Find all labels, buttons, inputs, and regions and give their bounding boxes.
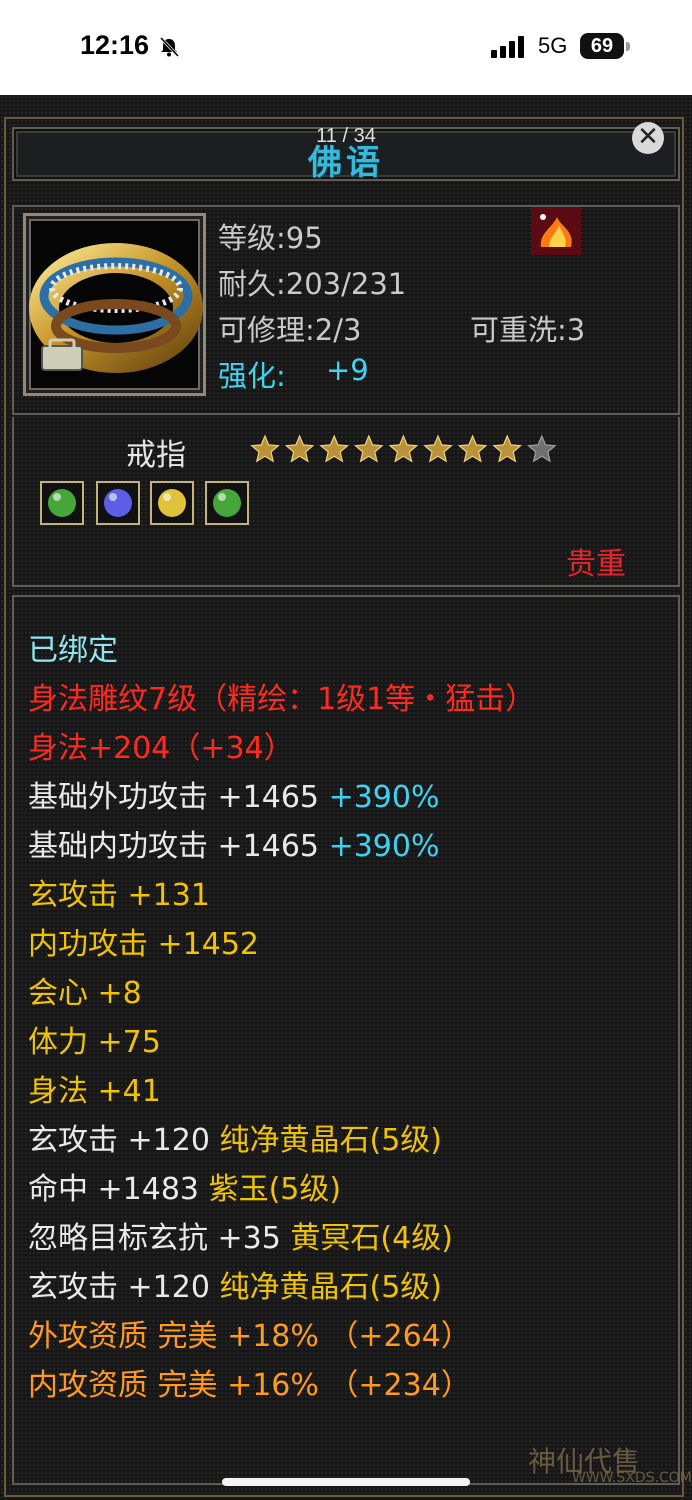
bound-status: 已绑定 (28, 633, 118, 668)
ext-attack-pct: +390% (328, 780, 440, 815)
gem4-line: 玄攻击 +120 纯净黄晶石(5级) (28, 1262, 442, 1306)
critical-stat: 会心 +8 (28, 976, 142, 1011)
star-filled-icon (423, 434, 453, 463)
page-counter: 11 / 34 (316, 125, 376, 147)
item-repairable: 可修理:2/3 (218, 313, 362, 347)
status-time: 12:16 (80, 30, 150, 60)
item-rarity: 贵重 (566, 547, 626, 582)
star-rating (250, 434, 557, 463)
gem1-line: 玄攻击 +120 纯净黄晶石(5级) (28, 1115, 442, 1159)
gem-slot-icon (40, 481, 84, 525)
star-filled-icon (457, 434, 488, 463)
gem1-stat: 玄攻击 +120 (28, 1123, 210, 1158)
gem2-name: 紫玉(5级) (208, 1172, 342, 1207)
int-quality-stat: 内攻资质 完美 +16% （+234） (28, 1368, 471, 1403)
item-level: 等级:95 (218, 221, 323, 255)
close-button[interactable]: ✕ (632, 122, 664, 154)
gem3-stat: 忽略目标玄抗 +35 (28, 1221, 281, 1256)
flame-skill-icon (531, 207, 581, 255)
internal-attack-stat: 内功攻击 +1452 (28, 927, 260, 962)
battery-icon: 69 (580, 33, 624, 59)
status-bar: 12:16 5G 69 (0, 0, 692, 95)
ext-attack-base: 基础外功攻击 +1465 (28, 780, 320, 815)
agility-stat: 身法 +41 (28, 1074, 161, 1109)
item-tooltip-panel: 佛语 11 / 34 ✕ 等级:95 耐久:203/231 可修理:2/3 可重… (0, 95, 692, 1500)
star-filled-icon (492, 434, 522, 463)
int-attack-stat: 基础内功攻击 +1465 +390% (28, 821, 439, 865)
item-enhance-label: 强化: (218, 359, 286, 393)
gem-slot-icon (96, 481, 140, 525)
star-filled-icon (354, 434, 384, 463)
gem1-name: 纯净黄晶石(5级) (219, 1123, 442, 1158)
item-icon-frame (23, 213, 206, 396)
gem4-stat: 玄攻击 +120 (28, 1270, 210, 1305)
gem4-name: 纯净黄晶石(5级) (219, 1270, 442, 1305)
star-empty-icon (527, 434, 557, 463)
battery-tip (626, 42, 630, 51)
item-durability: 耐久:203/231 (218, 267, 407, 301)
home-indicator[interactable] (222, 1478, 470, 1486)
star-filled-icon (284, 434, 315, 463)
star-filled-icon (250, 434, 280, 463)
item-type: 戒指 (126, 438, 186, 473)
item-rewashable: 可重洗:3 (470, 313, 586, 347)
mystic-attack-stat: 玄攻击 +131 (28, 878, 210, 913)
gem3-line: 忽略目标玄抗 +35 黄冥石(4级) (28, 1213, 453, 1257)
agility-bonus-stat: 身法+204（+34） (28, 731, 294, 766)
network-type: 5G (538, 33, 568, 58)
signal-icon (491, 36, 524, 58)
item-enhance-value: +9 (326, 353, 369, 387)
gem-slot-icon (150, 481, 194, 525)
ext-quality-stat: 外攻资质 完美 +18% （+264） (28, 1319, 471, 1354)
gem2-line: 命中 +1483 紫玉(5级) (28, 1164, 341, 1208)
int-attack-base: 基础内功攻击 +1465 (28, 829, 320, 864)
star-filled-icon (388, 434, 419, 463)
bell-muted-icon (159, 36, 180, 58)
gem3-name: 黄冥石(4级) (290, 1221, 453, 1256)
star-filled-icon (319, 434, 349, 463)
ring-icon (29, 243, 203, 373)
gem2-stat: 命中 +1483 (28, 1172, 200, 1207)
ext-attack-stat: 基础外功攻击 +1465 +390% (28, 772, 439, 816)
carve-stat: 身法雕纹7级（精绘：1级1等・猛击） (28, 682, 536, 717)
gem-slot-icon (205, 481, 249, 525)
stamina-stat: 体力 +75 (28, 1025, 161, 1060)
watermark-url: WWW.SXDS.COM (572, 1470, 692, 1486)
int-attack-pct: +390% (328, 829, 440, 864)
